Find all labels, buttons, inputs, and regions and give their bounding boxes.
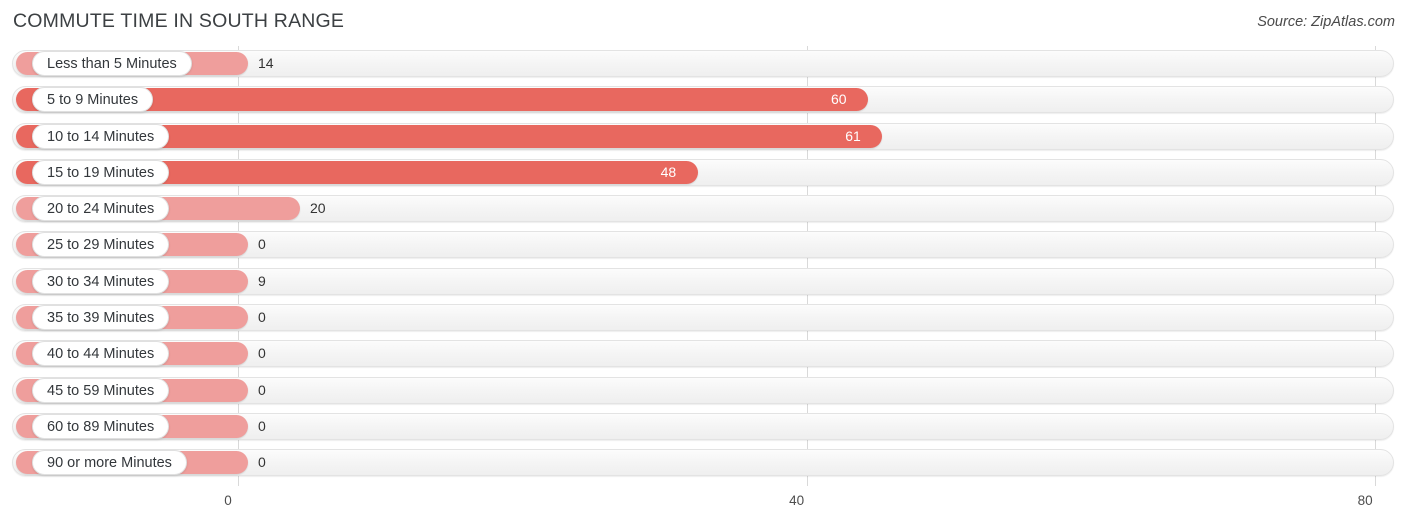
bar-category-label: 45 to 59 Minutes xyxy=(32,377,170,403)
bar-value-label: 60 xyxy=(831,91,847,108)
bar-rows: Less than 5 Minutes 14 5 to 9 Minutes 60 10 … xyxy=(0,46,1406,482)
bar-value-label: 20 xyxy=(310,200,326,217)
bar-category-label: 25 to 29 Minutes xyxy=(32,232,170,258)
bar-row: 15 to 19 Minutes 48 xyxy=(0,155,1406,191)
bar-value-label: 0 xyxy=(258,417,266,434)
bar-category-label: 35 to 39 Minutes xyxy=(32,305,170,331)
bar-row: 35 to 39 Minutes 0 xyxy=(0,300,1406,336)
source-attribution: Source: ZipAtlas.com xyxy=(1257,14,1395,30)
bar-category-label: 5 to 9 Minutes xyxy=(32,87,154,113)
bar-category-label: Less than 5 Minutes xyxy=(32,51,192,76)
chart-plot-area: Less than 5 Minutes 14 5 to 9 Minutes 60 10 … xyxy=(0,46,1406,486)
bar-value-label: 14 xyxy=(258,55,274,71)
bar-row: 30 to 34 Minutes 9 xyxy=(0,264,1406,300)
bar-row: 40 to 44 Minutes 0 xyxy=(0,336,1406,372)
bar-value-label: 0 xyxy=(258,454,266,471)
bar-value-label: 0 xyxy=(258,381,266,398)
bar-row: 20 to 24 Minutes 20 xyxy=(0,191,1406,227)
bar-value-label: 0 xyxy=(258,236,266,253)
bar-row: 45 to 59 Minutes 0 xyxy=(0,373,1406,409)
bar-row: 60 to 89 Minutes 0 xyxy=(0,409,1406,445)
page-title: COMMUTE TIME IN SOUTH RANGE xyxy=(13,10,345,32)
chart-header: COMMUTE TIME IN SOUTH RANGE Source: ZipA… xyxy=(0,0,1406,46)
x-axis: 0 40 80 xyxy=(0,486,1406,523)
bar-value-label: 61 xyxy=(845,127,861,144)
x-axis-tick-label: 80 xyxy=(1357,493,1373,508)
bar-category-label: 60 to 89 Minutes xyxy=(32,413,170,439)
bar-category-label: 30 to 34 Minutes xyxy=(32,268,170,294)
x-axis-tick-label: 0 xyxy=(224,493,232,508)
bar-category-label: 10 to 14 Minutes xyxy=(32,123,170,149)
bar-row: 5 to 9 Minutes 60 xyxy=(0,82,1406,118)
bar-value-label: 0 xyxy=(258,309,266,326)
bar-category-label: 20 to 24 Minutes xyxy=(32,196,170,222)
bar-value-label: 0 xyxy=(258,345,266,362)
bar-value-label: 48 xyxy=(660,163,677,180)
bar-category-label: 40 to 44 Minutes xyxy=(32,341,170,367)
bar-row: 25 to 29 Minutes 0 xyxy=(0,227,1406,263)
bar-row: Less than 5 Minutes 14 xyxy=(0,46,1406,82)
bar-row: 10 to 14 Minutes 61 xyxy=(0,119,1406,155)
x-axis-tick-label: 40 xyxy=(789,493,805,508)
bar-value-label: 9 xyxy=(258,272,266,289)
bar-category-label: 90 or more Minutes xyxy=(32,450,187,476)
bar-category-label: 15 to 19 Minutes xyxy=(32,159,170,185)
bar-row: 90 or more Minutes 0 xyxy=(0,445,1406,481)
